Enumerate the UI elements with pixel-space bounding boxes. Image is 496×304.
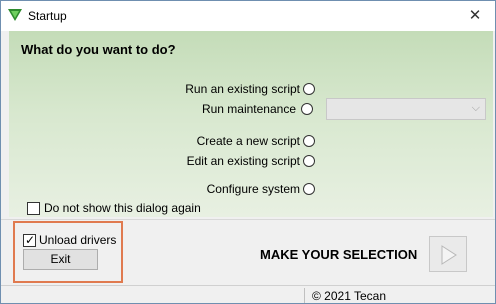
unload-drivers-label: Unload drivers [39,233,117,247]
play-icon [441,245,457,265]
startup-window: Startup ✕ What do you want to do? Run an… [0,0,496,304]
app-logo-icon [8,9,22,21]
title-bar: Startup ✕ [1,1,495,31]
dont-show-label: Do not show this dialog again [44,201,201,215]
option-create-script-label: Create a new script [196,134,300,148]
status-bar: © 2021 Tecan [1,285,495,303]
option-configure-system[interactable]: Configure system [207,181,315,197]
dont-show-toggle[interactable]: Do not show this dialog again [27,201,201,215]
option-create-script[interactable]: Create a new script [197,133,315,149]
make-selection-label: MAKE YOUR SELECTION [260,247,418,262]
close-button[interactable]: ✕ [455,1,495,31]
option-run-script-label: Run an existing script [185,82,300,96]
option-run-maintenance-label: Run maintenance [201,102,296,116]
start-button[interactable] [429,236,467,272]
chevron-down-icon: ⌵ [471,102,480,114]
option-create-script-radio[interactable] [303,135,315,147]
unload-drivers-checkbox[interactable] [23,233,36,247]
copyright-text: © 2021 Tecan [312,289,387,303]
close-icon: ✕ [468,7,482,24]
option-run-script-radio[interactable] [303,83,315,95]
dont-show-checkbox[interactable] [27,201,40,215]
exit-button[interactable]: Exit [23,249,98,270]
option-edit-script[interactable]: Edit an existing script [187,153,315,169]
page-title: What do you want to do? [21,42,176,57]
maintenance-select[interactable]: ⌵ [326,98,486,120]
option-run-maintenance[interactable]: Run maintenance [202,101,313,117]
option-edit-script-label: Edit an existing script [186,154,300,168]
option-edit-script-radio[interactable] [303,155,315,167]
option-run-maintenance-radio[interactable] [301,103,313,115]
option-run-script[interactable]: Run an existing script [185,81,315,97]
window-title: Startup [28,9,67,23]
selection-panel: What do you want to do? Run an existing … [9,31,493,217]
option-configure-system-label: Configure system [206,182,300,196]
unload-drivers-toggle[interactable]: Unload drivers [23,233,116,247]
status-separator [304,288,305,303]
option-configure-system-radio[interactable] [303,183,315,195]
